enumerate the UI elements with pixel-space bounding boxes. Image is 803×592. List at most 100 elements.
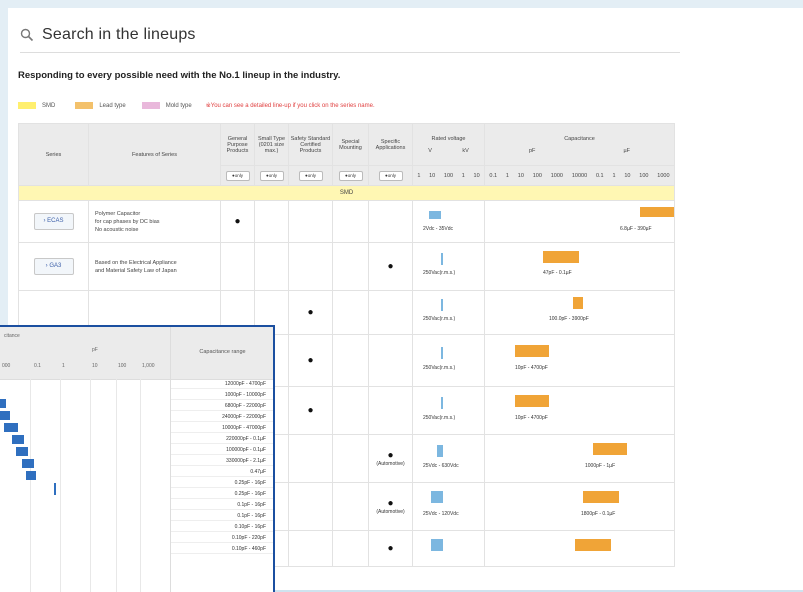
cap-cell: 1000pF - 1µF bbox=[484, 434, 675, 483]
mark-dot: ● bbox=[307, 355, 314, 366]
voltage-tick: 1 bbox=[461, 172, 465, 179]
cap-cell bbox=[484, 530, 675, 567]
cap-range: 47pF - 0.1µF bbox=[543, 270, 572, 276]
search-icon bbox=[20, 28, 34, 42]
cap-cell: 10pF - 4700pF bbox=[484, 334, 675, 387]
inset-tick: 100 bbox=[118, 363, 127, 369]
voltage-cell: 250Vac(r.m.s.) bbox=[412, 242, 485, 291]
voltage-bar bbox=[431, 491, 443, 503]
table-row: › ECAS Polymer Capacitor for cap phases … bbox=[18, 200, 675, 243]
voltage-cell: 2Vdc - 35Vdc bbox=[412, 200, 485, 243]
mark-dot: ● bbox=[234, 216, 241, 227]
zoom-inset: citance pF 000 0.1 1 10 100 1,000 Capaci… bbox=[0, 325, 275, 592]
cap-range: 100.0pF - 3900pF bbox=[549, 316, 589, 322]
cap-tick: 100 bbox=[639, 172, 649, 179]
voltage-cell: 250Vac(r.m.s.) bbox=[412, 386, 485, 435]
unit-uf: µF bbox=[623, 147, 630, 154]
voltage-cell bbox=[412, 530, 485, 567]
col-series: Series bbox=[18, 123, 89, 186]
header: Search in the lineups bbox=[20, 26, 196, 44]
cap-tick: 1 bbox=[505, 172, 509, 179]
cap-cell: 1800pF - 0.1µF bbox=[484, 482, 675, 531]
inset-tick: 000 bbox=[2, 363, 11, 369]
legend-swatch-mold bbox=[141, 102, 160, 109]
range-row: 1000pF - 10000pF bbox=[171, 390, 273, 400]
cap-tick: 1000 bbox=[657, 172, 670, 179]
filter-cell-safety: ●only bbox=[288, 165, 333, 186]
range-row: 0.10pF - 16pF bbox=[171, 522, 273, 532]
inset-bar bbox=[0, 399, 6, 408]
feature-line: Based on the Electrical Appliance bbox=[95, 259, 177, 266]
filter-cell-specific: ●only bbox=[368, 165, 413, 186]
legend-label-mold: Mold type bbox=[165, 102, 192, 109]
filter-special-button[interactable]: ●only bbox=[338, 170, 363, 181]
capacitance-label: Capacitance bbox=[564, 135, 595, 142]
cap-cell: 100.0pF - 3900pF bbox=[484, 290, 675, 335]
voltage-bar bbox=[431, 539, 443, 551]
voltage-cell: 25Vdc - 120Vdc bbox=[412, 482, 485, 531]
cap-tick: 100 bbox=[532, 172, 542, 179]
cap-tick: 10 bbox=[517, 172, 524, 179]
cap-bar bbox=[573, 297, 583, 309]
section-row-smd: SMD bbox=[18, 185, 675, 201]
range-row: 0.47µF bbox=[171, 467, 273, 477]
cap-tick: 0.1 bbox=[595, 172, 604, 179]
inset-gridline bbox=[116, 379, 117, 592]
series-link-ecas[interactable]: › ECAS bbox=[33, 213, 74, 230]
cap-tick: 1 bbox=[612, 172, 616, 179]
cap-bar bbox=[640, 207, 674, 217]
feature-line: Polymer Capacitor bbox=[95, 210, 141, 217]
rated-voltage-label: Rated voltage bbox=[431, 135, 466, 142]
mark-dot: ● bbox=[387, 450, 394, 461]
col-features: Features of Series bbox=[88, 123, 221, 186]
legend-swatch-smd bbox=[18, 102, 36, 109]
voltage-bar bbox=[441, 299, 443, 311]
voltage-cell: 250Vac(r.m.s.) bbox=[412, 290, 485, 335]
voltage-range: 250Vac(r.m.s.) bbox=[423, 270, 456, 276]
inset-bar bbox=[26, 471, 36, 480]
range-row: 0.10pF - 460pF bbox=[171, 544, 273, 554]
cap-cell: 6.8µF - 390µF bbox=[484, 200, 675, 243]
capacitance-range-column: Capacitance range 12000pF - 4700pF 1000p… bbox=[170, 327, 273, 592]
inset-bar bbox=[4, 423, 18, 432]
cap-tick: 10000 bbox=[571, 172, 588, 179]
feature-line: and Material Safety Law of Japan bbox=[95, 267, 177, 274]
legend-note: ※You can see a detailed line-up if you c… bbox=[205, 103, 375, 109]
range-row: 0.25pF - 16pF bbox=[171, 478, 273, 488]
voltage-ticks: 1 10 100 1 10 bbox=[412, 165, 485, 186]
filter-safety-button[interactable]: ●only bbox=[298, 170, 323, 181]
mark-dot: ● bbox=[387, 543, 394, 554]
unit-kv: kV bbox=[462, 147, 469, 154]
filter-specific-button[interactable]: ●only bbox=[378, 170, 403, 181]
feature-line: for cap phases by DC bias bbox=[95, 218, 160, 225]
col-small: Small Type (0201 size max.) bbox=[254, 123, 289, 166]
range-row: 6800pF - 22000pF bbox=[171, 401, 273, 411]
cap-range: 1000pF - 1µF bbox=[585, 463, 616, 469]
inset-gridline bbox=[30, 379, 31, 592]
cap-bar bbox=[543, 251, 579, 263]
cap-tick: 1000 bbox=[550, 172, 563, 179]
series-name: GA3 bbox=[49, 263, 62, 269]
inset-bar bbox=[0, 411, 10, 420]
filter-small-button[interactable]: ●only bbox=[259, 170, 284, 181]
inset-gridline bbox=[140, 379, 141, 592]
filter-cell-special: ●only bbox=[332, 165, 369, 186]
cap-bar bbox=[575, 539, 611, 551]
legend-label-smd: SMD bbox=[42, 102, 56, 109]
range-row: 0.1pF - 16pF bbox=[171, 511, 273, 521]
cap-bar bbox=[515, 395, 549, 407]
page-background: Search in the lineups Responding to ever… bbox=[0, 0, 803, 592]
filter-general-button[interactable]: ●only bbox=[225, 170, 250, 181]
range-row: 0.25pF - 16pF bbox=[171, 489, 273, 499]
cap-ticks: 0.1 1 10 100 1000 10000 0.1 1 10 100 100… bbox=[484, 165, 675, 186]
legend-label-lead: Lead type bbox=[99, 102, 126, 109]
feature-line: No acoustic noise bbox=[95, 226, 139, 233]
series-link-ga3[interactable]: › GA3 bbox=[33, 258, 74, 275]
col-specific: Specific Applications bbox=[368, 123, 413, 166]
legend-swatch-lead bbox=[75, 102, 94, 109]
mark-dot: ● bbox=[307, 307, 314, 318]
range-row: 330000pF - 2.1µF bbox=[171, 456, 273, 466]
filter-cell-general: ●only bbox=[220, 165, 255, 186]
voltage-bar bbox=[441, 347, 443, 359]
range-row: 12000pF - 4700pF bbox=[171, 379, 273, 389]
